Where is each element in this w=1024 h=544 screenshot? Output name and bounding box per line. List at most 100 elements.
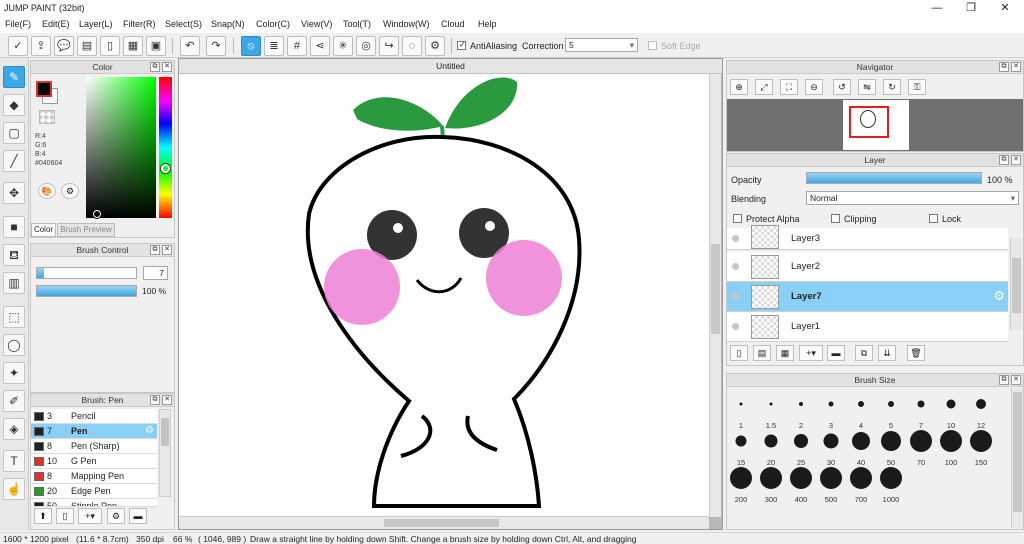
navigator-lock-icon[interactable]: ⚿: [908, 79, 926, 95]
visibility-icon[interactable]: [732, 263, 739, 270]
menu-help[interactable]: Help: [478, 19, 497, 29]
brush-size-option[interactable]: 70: [906, 426, 936, 467]
visibility-icon[interactable]: [732, 235, 739, 242]
menu-tool[interactable]: Tool(T): [343, 19, 371, 29]
canvas-tab[interactable]: Untitled: [179, 59, 722, 74]
undock-icon[interactable]: ⧉: [999, 375, 1009, 385]
menu-window[interactable]: Window(W): [383, 19, 430, 29]
brush-size-option[interactable]: 5: [876, 389, 906, 430]
menu-select[interactable]: Select(S): [165, 19, 202, 29]
hue-slider[interactable]: [159, 77, 172, 218]
close-icon[interactable]: ✕: [1011, 62, 1021, 72]
rect-select-tool-icon[interactable]: ▢: [3, 122, 25, 144]
layer-row[interactable]: Layer7 ⚙: [727, 282, 1008, 312]
flip-icon[interactable]: ⇋: [858, 79, 876, 95]
brush-size-option[interactable]: 400: [786, 463, 816, 504]
undock-icon[interactable]: ⧉: [150, 395, 160, 405]
page-icon[interactable]: ▯: [100, 36, 120, 56]
share-icon[interactable]: ⇪: [31, 36, 51, 56]
brush-import-icon[interactable]: ⬆: [34, 508, 52, 524]
new-halftone-layer-icon[interactable]: ▤: [753, 345, 771, 361]
brush-size-option[interactable]: 10: [936, 389, 966, 430]
menu-color[interactable]: Color(C): [256, 19, 290, 29]
brush-size-option[interactable]: 40: [846, 426, 876, 467]
brush-size-slider[interactable]: [36, 267, 137, 279]
snap-shape-icon[interactable]: ◌: [402, 36, 422, 56]
magic-wand-tool-icon[interactable]: ✦: [3, 362, 25, 384]
brush-size-option[interactable]: 200: [726, 463, 756, 504]
undo-icon[interactable]: ↶: [180, 36, 200, 56]
hue-slider-handle[interactable]: [161, 164, 170, 173]
pen-tool-icon[interactable]: ✎: [3, 66, 25, 88]
text-tool-icon[interactable]: T: [3, 450, 25, 472]
snap-settings-icon[interactable]: ⚙: [425, 36, 445, 56]
correction-dropdown[interactable]: 5 ▾: [565, 38, 638, 52]
line-tool-icon[interactable]: ╱: [3, 150, 25, 172]
layer-row[interactable]: Layer1: [727, 312, 1008, 342]
brush-settings-icon[interactable]: ⚙: [107, 508, 125, 524]
brush-list-scrollbar[interactable]: [159, 409, 171, 497]
brush-list-item[interactable]: 3 Pencil: [31, 409, 157, 424]
cloud-check-icon[interactable]: ✓: [8, 36, 28, 56]
layout-icon[interactable]: ▣: [146, 36, 166, 56]
close-button[interactable]: ✕: [988, 0, 1022, 17]
close-icon[interactable]: ✕: [162, 245, 172, 255]
brush-size-option[interactable]: 15: [726, 426, 756, 467]
menu-filter[interactable]: Filter(R): [123, 19, 156, 29]
brush-size-option[interactable]: 2: [786, 389, 816, 430]
add-layer-menu-icon[interactable]: +▾: [799, 345, 823, 361]
brush-size-option[interactable]: 30: [816, 426, 846, 467]
note-icon[interactable]: ▤: [77, 36, 97, 56]
menu-view[interactable]: View(V): [301, 19, 332, 29]
sv-picker-handle[interactable]: [93, 210, 101, 218]
drawing-canvas[interactable]: [179, 74, 709, 517]
menu-snap[interactable]: Snap(N): [211, 19, 245, 29]
gradient-tool-icon[interactable]: ▥: [3, 272, 25, 294]
brush-size-option[interactable]: 1000: [876, 463, 906, 504]
brush-size-option[interactable]: 1.5: [756, 389, 786, 430]
select-eraser-tool-icon[interactable]: ◈: [3, 418, 25, 440]
brush-size-scrollbar[interactable]: [1011, 388, 1023, 528]
lasso-tool-icon[interactable]: ◯: [3, 334, 25, 356]
blending-dropdown[interactable]: Normal ▾: [806, 191, 1019, 205]
marquee-tool-icon[interactable]: ⬚: [3, 306, 25, 328]
brush-size-option[interactable]: 150: [966, 426, 996, 467]
undock-icon[interactable]: ⧉: [999, 155, 1009, 165]
undock-icon[interactable]: ⧉: [999, 62, 1009, 72]
brush-size-option[interactable]: 20: [756, 426, 786, 467]
brush-size-option[interactable]: 1: [726, 389, 756, 430]
brush-size-value[interactable]: 7: [143, 266, 168, 280]
palette-settings-icon[interactable]: ⚙: [61, 183, 79, 199]
rotate-right-icon[interactable]: ↻: [883, 79, 901, 95]
layer-row[interactable]: Layer3: [727, 225, 1008, 250]
brush-size-option[interactable]: 4: [846, 389, 876, 430]
foreground-color-swatch[interactable]: [36, 81, 52, 97]
brush-folder-icon[interactable]: ▬: [129, 508, 147, 524]
brush-size-option[interactable]: 500: [816, 463, 846, 504]
zoom-actual-icon[interactable]: ⛶: [780, 79, 798, 95]
layer-row[interactable]: Layer2: [727, 252, 1008, 282]
brush-size-option[interactable]: 12: [966, 389, 996, 430]
snap-curve-icon[interactable]: ↪: [379, 36, 399, 56]
brush-opacity-slider[interactable]: [36, 285, 137, 297]
close-icon[interactable]: ✕: [162, 62, 172, 72]
snap-radial-icon[interactable]: ✳: [333, 36, 353, 56]
close-icon[interactable]: ✕: [162, 395, 172, 405]
rotate-left-icon[interactable]: ↺: [833, 79, 851, 95]
comment-icon[interactable]: 💬: [54, 36, 74, 56]
navigator-preview-area[interactable]: [727, 99, 1023, 151]
saturation-value-picker[interactable]: [86, 77, 156, 218]
menu-file[interactable]: File(F): [5, 19, 31, 29]
lock-checkbox[interactable]: [929, 214, 938, 223]
visibility-icon[interactable]: [732, 293, 739, 300]
merge-layer-icon[interactable]: ⇊: [878, 345, 896, 361]
operation-tool-icon[interactable]: ☝: [3, 478, 25, 500]
new-8bit-layer-icon[interactable]: ▦: [776, 345, 794, 361]
zoom-fit-icon[interactable]: ⤢: [755, 79, 773, 95]
protect-alpha-checkbox[interactable]: [733, 214, 742, 223]
canvas-horizontal-scrollbar[interactable]: [179, 516, 709, 529]
shape-fill-tool-icon[interactable]: ■: [3, 216, 25, 238]
delete-layer-icon[interactable]: 🗑: [907, 345, 925, 361]
transparent-color-swatch[interactable]: [39, 110, 55, 124]
new-layer-icon[interactable]: ▯: [730, 345, 748, 361]
